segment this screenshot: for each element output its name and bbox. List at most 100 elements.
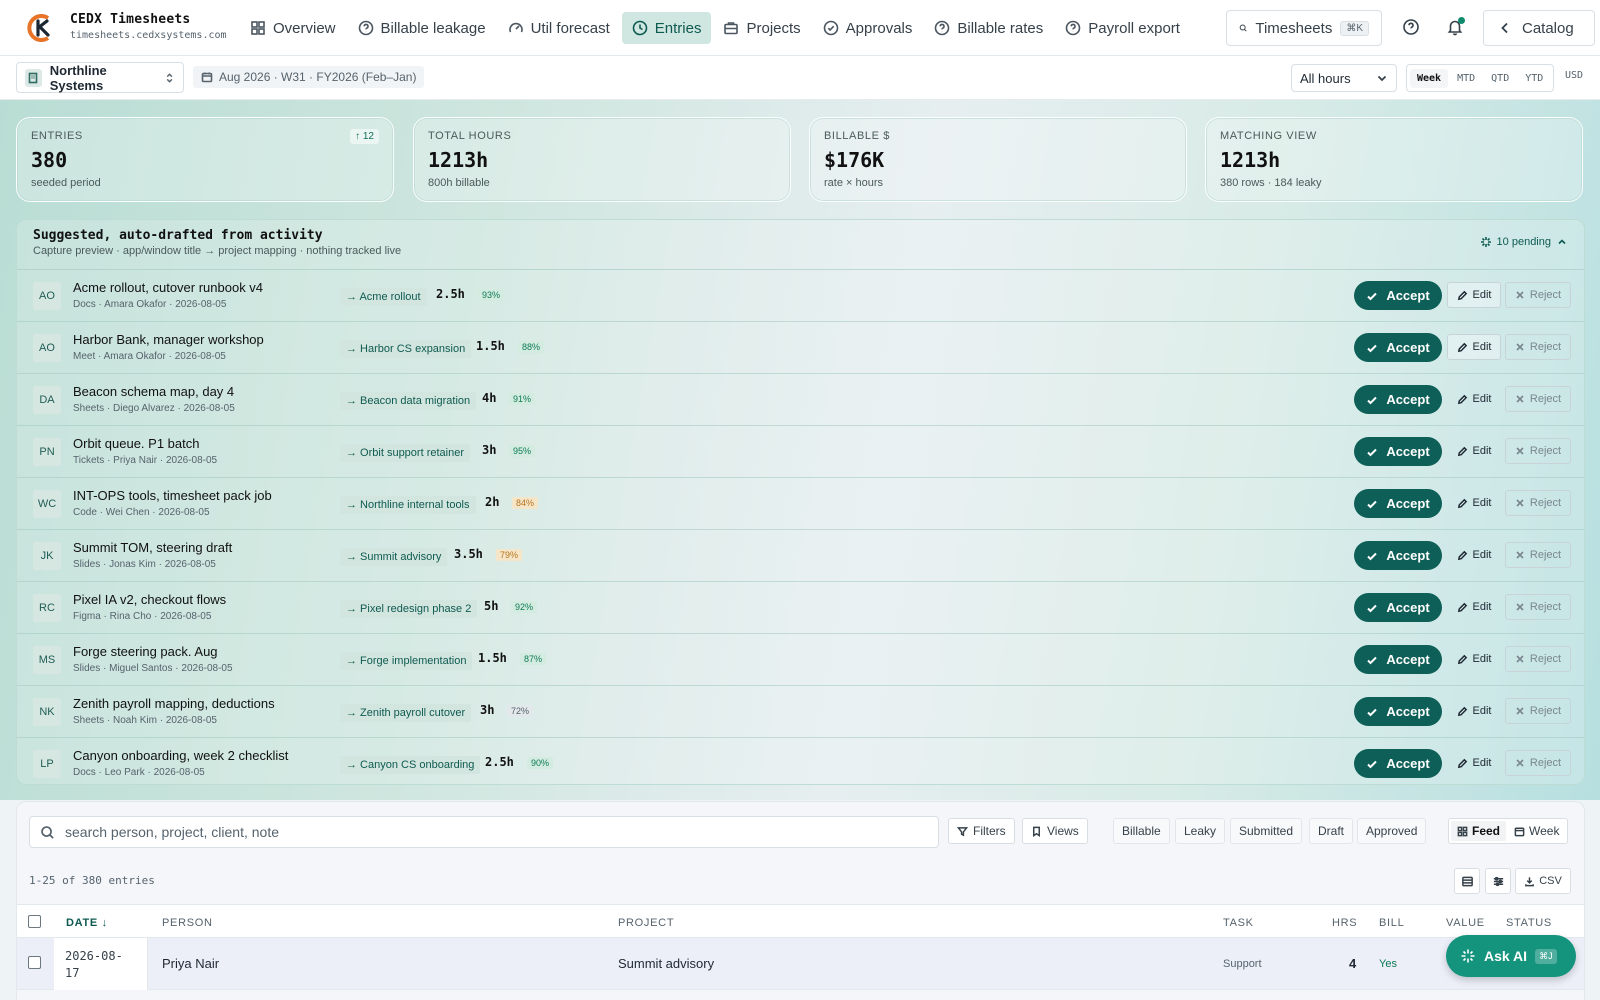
reject-button[interactable]: Reject [1505,334,1571,360]
nav-approvals[interactable]: Approvals [813,12,923,44]
project-tag[interactable]: → Canyon CS onboarding [340,756,481,774]
reject-button[interactable]: Reject [1505,438,1571,464]
search-icon [1239,24,1247,32]
column-project[interactable]: PROJECT [618,917,674,929]
pencil-icon [1457,706,1467,716]
csv-export-button[interactable]: CSV [1515,868,1571,894]
column-bill[interactable]: BILL [1379,917,1404,929]
edit-button[interactable]: Edit [1447,594,1501,620]
suggestion-meta: Sheets · Diego Alvarez · 2026-08-05 [73,403,235,414]
accept-button[interactable]: Accept [1354,437,1442,466]
table-row[interactable]: 2026-08-17 Priya Nair Summit advisory Su… [17,938,1584,990]
accept-button[interactable]: Accept [1354,645,1442,674]
project-tag[interactable]: → Summit advisory [340,548,448,566]
check-icon [1367,500,1378,508]
view-feed[interactable]: Feed [1451,821,1507,841]
range-ytd[interactable]: YTD [1518,69,1550,88]
accept-button[interactable]: Accept [1354,593,1442,622]
view-week[interactable]: Week [1508,821,1565,841]
global-search-button[interactable]: Timesheets ⌘K [1226,10,1382,46]
edit-button[interactable]: Edit [1447,542,1501,568]
accept-button[interactable]: Accept [1354,333,1442,362]
edit-button[interactable]: Edit [1447,438,1501,464]
project-tag[interactable]: → Pixel redesign phase 2 [340,600,478,618]
project-tag[interactable]: → Orbit support retainer [340,444,470,462]
reject-button[interactable]: Reject [1505,750,1571,776]
nav-payroll-export[interactable]: Payroll export [1055,12,1190,44]
range-mtd[interactable]: MTD [1450,69,1482,88]
range-week[interactable]: Week [1410,68,1449,88]
edit-button[interactable]: Edit [1447,386,1501,412]
app-logo[interactable] [26,12,58,44]
project-tag[interactable]: → Zenith payroll cutover [340,704,472,722]
pending-toggle[interactable]: 10 pending [1480,236,1568,248]
filters-button[interactable]: Filters [948,818,1015,844]
column-person[interactable]: PERSON [162,917,213,929]
nav-entries[interactable]: Entries [621,12,712,44]
ask-ai-button[interactable]: Ask AI ⌘J [1446,935,1576,977]
accept-button[interactable]: Accept [1354,541,1442,570]
row-checkbox[interactable] [28,956,41,969]
entries-search[interactable] [29,816,939,848]
sparkle-icon [1461,949,1475,963]
reject-button[interactable]: Reject [1505,386,1571,412]
hours-filter-select[interactable]: All hours [1291,64,1397,92]
density-button[interactable] [1454,868,1480,894]
chip-leaky[interactable]: Leaky [1175,818,1226,844]
reject-button[interactable]: Reject [1505,646,1571,672]
column-value[interactable]: VALUE [1446,917,1485,929]
nav-overview[interactable]: Overview [240,12,346,44]
chip-submitted[interactable]: Submitted [1230,818,1303,844]
reject-button[interactable]: Reject [1505,490,1571,516]
period-picker[interactable]: Aug 2026 · W31 · FY2026 (Feb–Jan) [193,66,425,88]
chip-approved[interactable]: Approved [1357,818,1427,844]
column-date[interactable]: DATE ↓ [66,917,108,929]
pencil-icon [1457,654,1467,664]
chip-draft[interactable]: Draft [1309,818,1354,844]
nav-projects[interactable]: Projects [713,12,810,44]
nav-billable-leakage[interactable]: Billable leakage [348,12,496,44]
stat-label: TOTAL HOURS [428,130,512,142]
reject-button[interactable]: Reject [1505,542,1571,568]
views-button[interactable]: Views [1022,818,1088,844]
edit-button[interactable]: Edit [1447,646,1501,672]
edit-button[interactable]: Edit [1447,490,1501,516]
project-tag[interactable]: → Northline internal tools [340,496,476,514]
pencil-icon [1457,290,1467,300]
select-all-checkbox[interactable] [28,915,41,928]
chip-billable[interactable]: Billable [1113,818,1170,844]
range-qtd[interactable]: QTD [1484,69,1516,88]
edit-button[interactable]: Edit [1447,750,1501,776]
column-task[interactable]: TASK [1223,917,1254,929]
reject-button[interactable]: Reject [1505,594,1571,620]
catalog-button[interactable]: Catalog [1483,10,1595,46]
column-settings-button[interactable] [1485,868,1511,894]
entries-search-input[interactable] [65,824,885,840]
edit-button[interactable]: Edit [1447,698,1501,724]
reject-button[interactable]: Reject [1505,282,1571,308]
accept-button[interactable]: Accept [1354,281,1442,310]
currency-label[interactable]: USD [1565,70,1583,81]
accept-button[interactable]: Accept [1354,489,1442,518]
edit-button[interactable]: Edit [1447,334,1501,360]
reject-button[interactable]: Reject [1505,698,1571,724]
nav-billable-rates[interactable]: Billable rates [924,12,1053,44]
column-hrs[interactable]: HRS [1332,917,1357,929]
column-status[interactable]: STATUS [1506,917,1552,929]
accept-button[interactable]: Accept [1354,697,1442,726]
stat-sub: 800h billable [428,177,490,189]
help-button[interactable] [1400,16,1422,38]
edit-button[interactable]: Edit [1447,282,1501,308]
accept-button[interactable]: Accept [1354,749,1442,778]
project-tag[interactable]: → Harbor CS expansion [340,340,472,358]
project-tag[interactable]: → Beacon data migration [340,392,477,410]
reject-label: Reject [1529,497,1562,509]
notifications-button[interactable] [1444,16,1466,38]
accept-button[interactable]: Accept [1354,385,1442,414]
project-tag[interactable]: → Forge implementation [340,652,473,670]
nav-util-forecast[interactable]: Util forecast [498,12,620,44]
org-switcher[interactable]: Northline Systems [16,62,184,93]
edit-label: Edit [1472,393,1492,405]
project-tag[interactable]: → Acme rollout [340,288,427,306]
suggestion-hours: 1.5h [478,651,507,665]
